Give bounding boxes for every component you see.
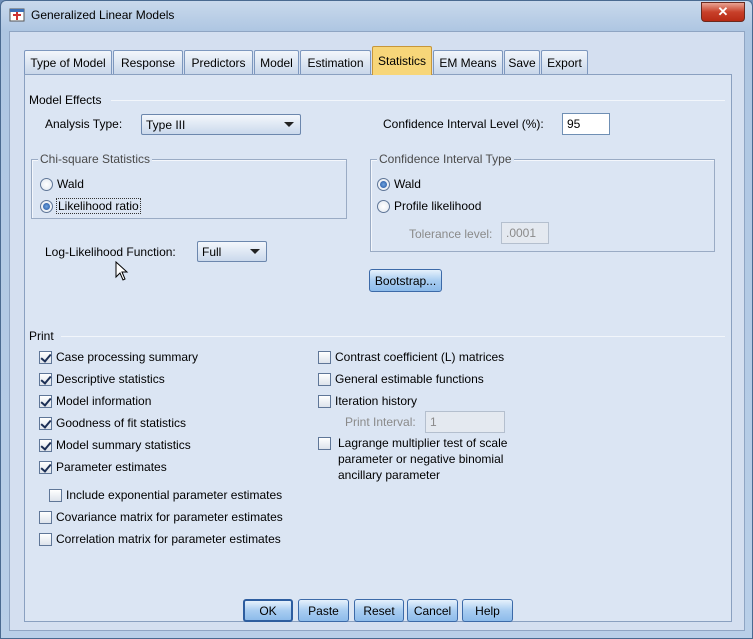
mouse-pointer-icon	[115, 261, 129, 281]
print-divider	[61, 336, 725, 337]
help-button[interactable]: Help	[462, 599, 513, 622]
chi-likelihood-radio[interactable]	[40, 200, 53, 213]
chi-square-title: Chi-square Statistics	[38, 152, 153, 166]
ok-button[interactable]: OK	[243, 599, 293, 622]
log-likelihood-label: Log-Likelihood Function:	[45, 245, 176, 259]
case-processing-checkbox[interactable]	[39, 351, 52, 364]
general-estimable-label: General estimable functions	[335, 372, 484, 386]
lagrange-label-line3: ancillary parameter	[338, 468, 441, 482]
dialog-client: Type of Model Response Predictors Model …	[9, 31, 745, 631]
tab-save[interactable]: Save	[504, 50, 540, 74]
model-effects-label: Model Effects	[29, 93, 102, 107]
model-summary-label: Model summary statistics	[56, 438, 191, 452]
tab-type-of-model[interactable]: Type of Model	[24, 50, 112, 74]
goodness-of-fit-checkbox[interactable]	[39, 417, 52, 430]
tab-response[interactable]: Response	[113, 50, 183, 74]
analysis-type-label: Analysis Type:	[45, 117, 123, 131]
model-effects-divider	[111, 100, 725, 101]
ci-level-input[interactable]: 95	[562, 113, 610, 135]
print-interval-input[interactable]: 1	[425, 411, 505, 433]
chi-wald-radio[interactable]	[40, 178, 53, 191]
chevron-down-icon	[250, 249, 260, 254]
covariance-matrix-label: Covariance matrix for parameter estimate…	[56, 510, 283, 524]
ci-profile-radio[interactable]	[377, 200, 390, 213]
case-processing-label: Case processing summary	[56, 350, 199, 364]
correlation-matrix-checkbox[interactable]	[39, 533, 52, 546]
chi-square-group: Chi-square Statistics Wald Likelihood ra…	[31, 152, 347, 219]
descriptive-stats-label: Descriptive statistics	[56, 372, 165, 386]
tolerance-input[interactable]: .0001	[501, 222, 549, 244]
lagrange-label-line1: Lagrange multiplier test of scale	[338, 436, 508, 450]
statistics-panel: Model Effects Analysis Type: Type III Co…	[24, 74, 732, 622]
model-info-label: Model information	[56, 394, 152, 408]
contrast-coefficient-checkbox[interactable]	[318, 351, 331, 364]
include-exponential-label: Include exponential parameter estimates	[66, 488, 283, 502]
tolerance-label: Tolerance level:	[409, 227, 493, 241]
chi-likelihood-label: Likelihood ratio	[56, 198, 141, 214]
print-interval-label: Print Interval:	[345, 415, 416, 429]
tab-model[interactable]: Model	[254, 50, 299, 74]
bootstrap-button[interactable]: Bootstrap...	[369, 269, 442, 292]
tab-predictors[interactable]: Predictors	[184, 50, 253, 74]
iteration-history-checkbox[interactable]	[318, 395, 331, 408]
include-exponential-checkbox[interactable]	[49, 489, 62, 502]
title-bar[interactable]: Generalized Linear Models ✕	[1, 1, 752, 29]
tab-export[interactable]: Export	[541, 50, 588, 74]
app-icon	[9, 8, 25, 22]
iteration-history-label: Iteration history	[335, 394, 418, 408]
cancel-button[interactable]: Cancel	[407, 599, 458, 622]
model-info-checkbox[interactable]	[39, 395, 52, 408]
goodness-of-fit-label: Goodness of fit statistics	[56, 416, 187, 430]
contrast-coefficient-label: Contrast coefficient (L) matrices	[335, 350, 505, 364]
print-label: Print	[29, 329, 54, 343]
chi-wald-label: Wald	[57, 177, 84, 191]
paste-button[interactable]: Paste	[298, 599, 349, 622]
lagrange-checkbox[interactable]	[318, 437, 331, 450]
chevron-down-icon	[284, 122, 294, 127]
descriptive-stats-checkbox[interactable]	[39, 373, 52, 386]
tab-em-means[interactable]: EM Means	[433, 50, 503, 74]
general-estimable-checkbox[interactable]	[318, 373, 331, 386]
ci-type-title: Confidence Interval Type	[377, 152, 514, 166]
reset-button[interactable]: Reset	[354, 599, 404, 622]
tab-estimation[interactable]: Estimation	[300, 50, 371, 74]
analysis-type-select[interactable]: Type III	[141, 114, 301, 135]
correlation-matrix-label: Correlation matrix for parameter estimat…	[56, 532, 281, 546]
ci-profile-label: Profile likelihood	[394, 199, 482, 213]
parameter-estimates-checkbox[interactable]	[39, 461, 52, 474]
tab-statistics[interactable]: Statistics	[372, 46, 432, 75]
covariance-matrix-checkbox[interactable]	[39, 511, 52, 524]
close-icon: ✕	[717, 4, 729, 19]
window-title: Generalized Linear Models	[31, 8, 175, 22]
model-summary-checkbox[interactable]	[39, 439, 52, 452]
ci-wald-label: Wald	[394, 177, 421, 191]
ci-level-label: Confidence Interval Level (%):	[383, 117, 544, 131]
dialog-window: Generalized Linear Models ✕ Type of Mode…	[0, 0, 753, 639]
ci-wald-radio[interactable]	[377, 178, 390, 191]
lagrange-label-line2: parameter or negative binomial	[338, 452, 504, 466]
close-button[interactable]: ✕	[701, 2, 745, 22]
ci-type-group: Confidence Interval Type Wald Profile li…	[370, 152, 715, 252]
log-likelihood-select[interactable]: Full	[197, 241, 267, 262]
parameter-estimates-label: Parameter estimates	[56, 460, 167, 474]
